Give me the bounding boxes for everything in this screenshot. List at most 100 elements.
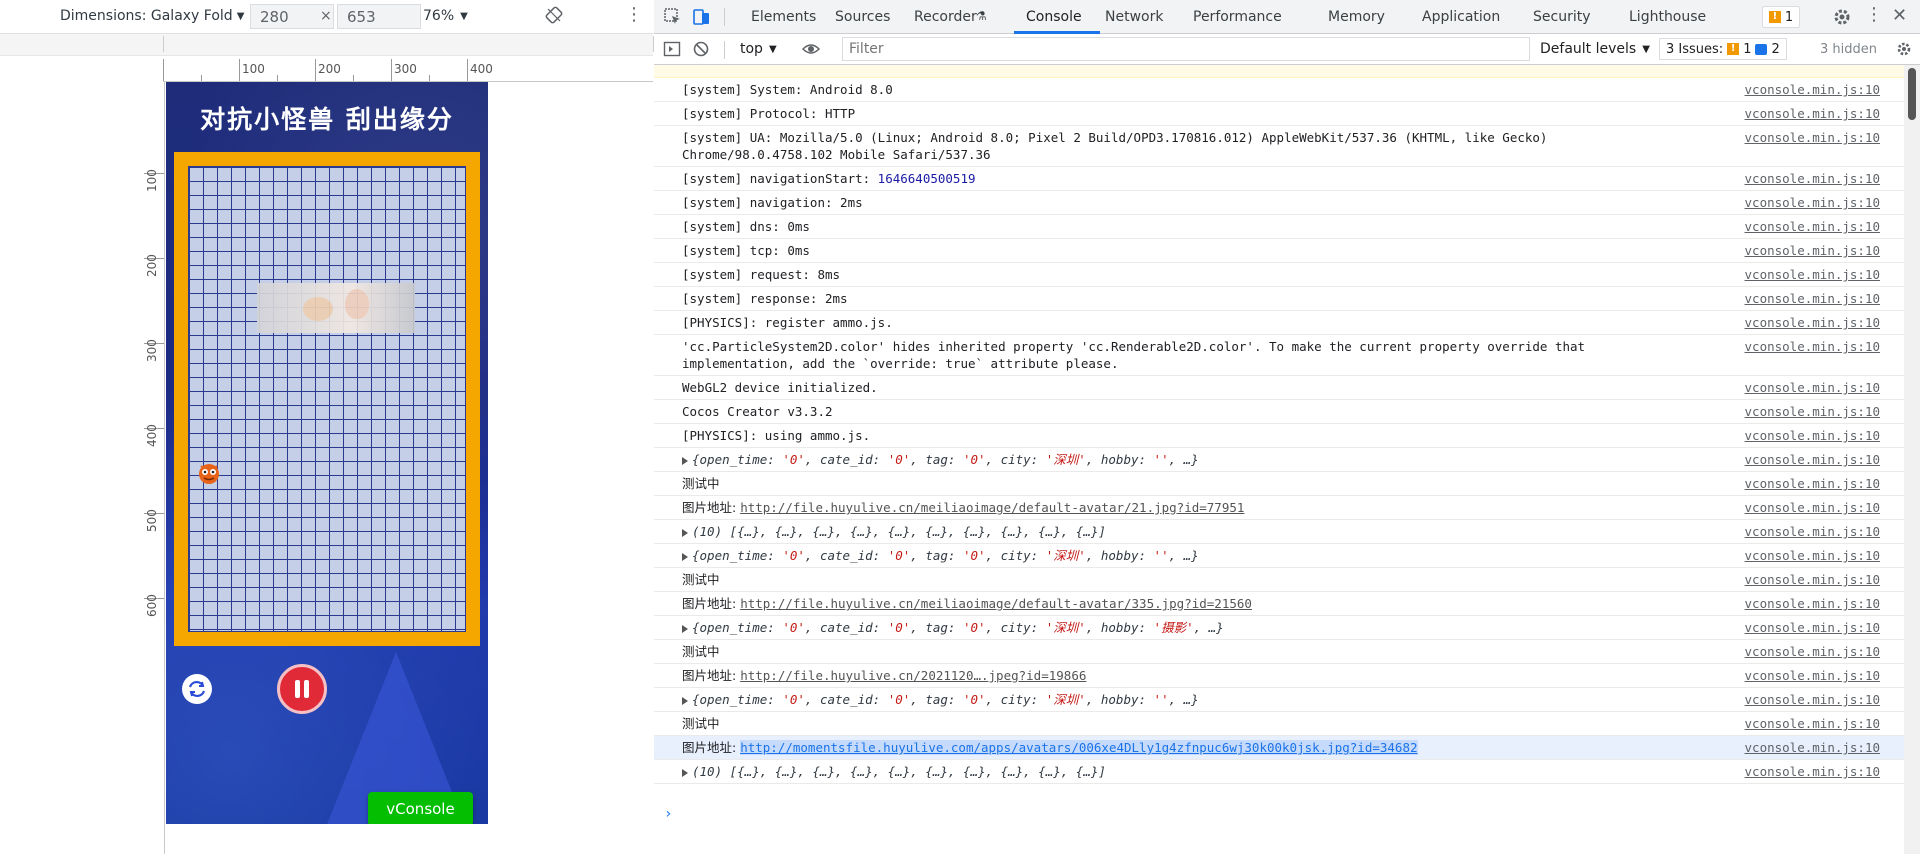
log-row: [system] System: Android 8.0 vconsole.min… — [654, 78, 1904, 102]
height-input[interactable]: 653 — [337, 4, 421, 29]
ruler-label: 200 — [145, 254, 159, 277]
source-link[interactable]: vconsole.min.js:10 — [1745, 571, 1880, 588]
rotate-icon[interactable] — [545, 6, 563, 24]
tab-sources[interactable]: Sources — [835, 9, 890, 25]
source-link[interactable]: vconsole.min.js:10 — [1745, 475, 1880, 492]
source-link[interactable]: vconsole.min.js:10 — [1745, 81, 1880, 98]
inspect-icon[interactable] — [663, 7, 683, 27]
zoom-select[interactable]: 76% ▼ — [423, 8, 468, 24]
zoom-label: 76% — [423, 8, 455, 24]
tab-console[interactable]: Console — [1026, 9, 1082, 25]
log-text: {open_time: — [692, 620, 783, 635]
log-string: '0' — [962, 452, 986, 467]
source-link[interactable]: vconsole.min.js:10 — [1745, 379, 1880, 396]
source-link[interactable]: vconsole.min.js:10 — [1745, 523, 1880, 540]
tab-lighthouse[interactable]: Lighthouse — [1629, 9, 1706, 25]
source-link[interactable]: vconsole.min.js:10 — [1745, 242, 1880, 259]
source-link[interactable]: vconsole.min.js:10 — [1745, 763, 1880, 780]
more-options-icon[interactable]: ⋮ — [1865, 4, 1883, 25]
source-link[interactable]: vconsole.min.js:10 — [1745, 105, 1880, 122]
expand-triangle-icon[interactable] — [682, 456, 688, 465]
source-link[interactable]: vconsole.min.js:10 — [1745, 338, 1880, 355]
source-link[interactable]: vconsole.min.js:10 — [1745, 691, 1880, 708]
expand-triangle-icon[interactable] — [682, 624, 688, 633]
device-toolbar: Dimensions: Galaxy Fold ▼ 280 × 653 76% … — [0, 0, 653, 34]
vconsole-button[interactable]: vConsole — [368, 792, 473, 824]
source-link[interactable]: vconsole.min.js:10 — [1745, 129, 1880, 146]
log-number: 1646640500519 — [877, 171, 976, 186]
issues-info-count: 2 — [1771, 41, 1780, 57]
source-link[interactable]: vconsole.min.js:10 — [1745, 595, 1880, 612]
context-select[interactable]: top ▼ — [740, 41, 777, 57]
source-link[interactable]: vconsole.min.js:10 — [1745, 266, 1880, 283]
issues-warn-count: 1 — [1743, 41, 1752, 57]
url-link[interactable]: http://file.huyulive.cn/meiliaoimage/def… — [740, 500, 1244, 515]
tab-application[interactable]: Application — [1422, 9, 1500, 25]
source-link[interactable]: vconsole.min.js:10 — [1745, 715, 1880, 732]
source-link[interactable]: vconsole.min.js:10 — [1745, 643, 1880, 660]
tab-performance[interactable]: Performance — [1193, 9, 1282, 25]
tab-network[interactable]: Network — [1105, 9, 1163, 25]
device-select[interactable]: Dimensions: Galaxy Fold ▼ — [60, 8, 244, 24]
source-link[interactable]: vconsole.min.js:10 — [1745, 739, 1880, 756]
media-query-bar[interactable] — [0, 34, 654, 56]
tab-elements[interactable]: Elements — [751, 9, 816, 25]
gear-icon[interactable] — [1832, 7, 1852, 27]
source-link[interactable]: vconsole.min.js:10 — [1745, 667, 1880, 684]
log-text: , …} — [1168, 548, 1199, 563]
source-link[interactable]: vconsole.min.js:10 — [1745, 427, 1880, 444]
device-viewport: 对抗小怪兽 刮出缘分 vConsole — [166, 82, 488, 824]
context-label: top — [740, 41, 763, 57]
source-link[interactable]: vconsole.min.js:10 — [1745, 451, 1880, 468]
console-scrollbar[interactable] — [1904, 65, 1920, 854]
url-link[interactable]: http://file.huyulive.cn/meiliaoimage/def… — [740, 596, 1252, 611]
pause-button[interactable] — [277, 664, 327, 714]
issues-label: 3 Issues: — [1666, 41, 1724, 57]
source-link[interactable]: vconsole.min.js:10 — [1745, 170, 1880, 187]
console-log[interactable]: [system] System: Android 8.0 vconsole.min… — [654, 65, 1904, 854]
sidebar-toggle-icon[interactable] — [663, 40, 681, 58]
log-array: (10) [{…}, {…}, {…}, {…}, {…}, {…}, {…},… — [692, 764, 1106, 779]
more-options-icon[interactable]: ⋮ — [625, 6, 643, 24]
url-link[interactable]: http://file.huyulive.cn/2021120….jpeg?id… — [740, 668, 1086, 683]
log-text: 测试中 — [682, 644, 720, 659]
source-link[interactable]: vconsole.min.js:10 — [1745, 194, 1880, 211]
source-link[interactable]: vconsole.min.js:10 — [1745, 403, 1880, 420]
source-link[interactable]: vconsole.min.js:10 — [1745, 547, 1880, 564]
tab-memory[interactable]: Memory — [1328, 9, 1385, 25]
source-link[interactable]: vconsole.min.js:10 — [1745, 499, 1880, 516]
log-string: '' — [1153, 452, 1169, 467]
scratch-grid[interactable] — [188, 166, 466, 632]
gear-icon[interactable] — [1895, 40, 1913, 58]
source-link[interactable]: vconsole.min.js:10 — [1745, 314, 1880, 331]
log-text: , …} — [1193, 620, 1224, 635]
expand-triangle-icon[interactable] — [682, 696, 688, 705]
log-row: 图片地址: http://file.huyulive.cn/meiliaoima… — [654, 496, 1904, 520]
expand-triangle-icon[interactable] — [682, 552, 688, 561]
device-toggle-icon[interactable] — [692, 7, 712, 27]
issues-button[interactable]: 3 Issues: ! 1 2 — [1659, 38, 1787, 60]
log-text: 图片地址: — [682, 668, 741, 683]
url-link[interactable]: http://momentsfile.huyulive.com/apps/ava… — [740, 740, 1418, 755]
log-string: '深圳' — [1045, 548, 1086, 563]
issues-badge[interactable]: ! 1 — [1762, 6, 1800, 28]
device-select-label: Dimensions: Galaxy Fold — [60, 8, 233, 24]
log-text: , tag: — [910, 620, 963, 635]
close-icon[interactable]: ✕ — [1892, 5, 1907, 26]
source-link[interactable]: vconsole.min.js:10 — [1745, 218, 1880, 235]
separator — [724, 8, 725, 26]
refresh-button[interactable] — [182, 674, 212, 704]
log-levels-select[interactable]: Default levels ▼ — [1540, 41, 1650, 57]
tab-security[interactable]: Security — [1533, 9, 1591, 25]
eye-icon[interactable] — [802, 40, 820, 58]
scrollbar-thumb[interactable] — [1908, 68, 1916, 120]
console-prompt[interactable]: › — [664, 806, 672, 822]
tab-recorder[interactable]: Recorder — [914, 9, 977, 25]
source-link[interactable]: vconsole.min.js:10 — [1745, 290, 1880, 307]
expand-triangle-icon[interactable] — [682, 768, 688, 777]
clear-console-icon[interactable] — [692, 40, 710, 58]
filter-input[interactable] — [842, 37, 1530, 61]
source-link[interactable]: vconsole.min.js:10 — [1745, 619, 1880, 636]
expand-triangle-icon[interactable] — [682, 528, 688, 537]
monster-icon[interactable] — [196, 460, 222, 486]
